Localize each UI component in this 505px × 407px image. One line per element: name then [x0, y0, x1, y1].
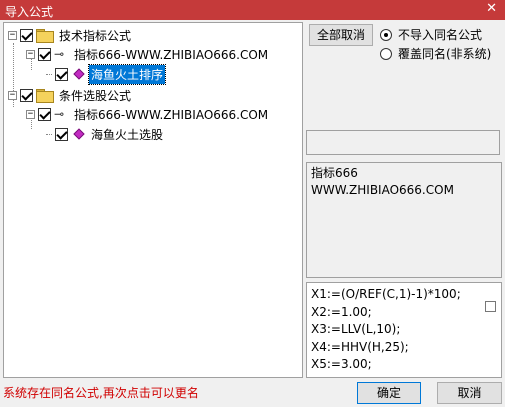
- tree-connector: [46, 133, 52, 135]
- tree-node-label: 指标666-WWW.ZHIBIAO666.COM: [74, 107, 269, 122]
- tree-node-label: 海鱼火土排序: [87, 63, 167, 85]
- tree-node-checkbox[interactable]: [55, 127, 68, 141]
- formula-option-checkbox[interactable]: [485, 301, 496, 312]
- tree-node-checkbox[interactable]: [20, 28, 33, 42]
- radio-skip-duplicates[interactable]: 不导入同名公式: [380, 26, 482, 43]
- tree-node-checkbox[interactable]: [38, 107, 51, 121]
- collapse-icon[interactable]: −: [26, 109, 35, 119]
- ok-button[interactable]: 确定: [357, 382, 421, 404]
- tree-node-label: 条件选股公式: [59, 88, 132, 103]
- status-message: 系统存在同名公式,再次点击可以更名: [3, 386, 199, 400]
- formula-line: X4:=HHV(H,25);: [311, 339, 409, 354]
- tree-node-label: 海鱼火土选股: [91, 127, 164, 142]
- window-title: 导入公式: [5, 5, 54, 19]
- collapse-icon[interactable]: −: [8, 90, 17, 100]
- folder-icon: [36, 29, 54, 43]
- collapse-icon[interactable]: −: [8, 30, 17, 40]
- tree-node-sort-formula[interactable]: 海鱼火土排序: [46, 63, 167, 85]
- radio-dot[interactable]: [380, 47, 392, 60]
- formula-line: X2:=1.00;: [311, 304, 372, 319]
- description-text: 指标666 WWW.ZHIBIAO666.COM: [311, 165, 454, 199]
- radio-dot[interactable]: [380, 28, 392, 41]
- tree-node-indicator-pack-1[interactable]: − ⊸ 指标666-WWW.ZHIBIAO666.COM: [26, 45, 270, 63]
- select-all-button[interactable]: 全部取消: [309, 24, 373, 46]
- tree-node-indicator-pack-2[interactable]: − ⊸ 指标666-WWW.ZHIBIAO666.COM: [26, 105, 270, 123]
- tree-node-screen-formula[interactable]: 海鱼火土选股: [46, 125, 165, 143]
- tree-node-tech-formulas[interactable]: − 技术指标公式: [8, 26, 133, 44]
- key-icon: ⊸: [54, 47, 65, 61]
- tree-node-checkbox[interactable]: [55, 67, 68, 81]
- formula-tree[interactable]: − 技术指标公式 − ⊸ 指标666-WWW.ZHIBIAO666.COM 海鱼…: [3, 22, 303, 378]
- formula-line: X5:=3.00;: [311, 357, 372, 371]
- tree-node-checkbox[interactable]: [38, 47, 51, 61]
- tree-node-label: 技术指标公式: [59, 28, 132, 43]
- formula-diamond-icon: [73, 128, 85, 140]
- folder-icon: [36, 89, 54, 103]
- close-icon[interactable]: ✕: [486, 1, 497, 16]
- cancel-button[interactable]: 取消: [437, 382, 502, 404]
- description-line: 指标666: [311, 166, 358, 180]
- tree-node-checkbox[interactable]: [20, 88, 33, 102]
- collapse-icon[interactable]: −: [26, 49, 35, 59]
- title-bar: 导入公式 ✕: [0, 0, 505, 20]
- tree-connector: [46, 73, 52, 75]
- formula-line: X1:=(O/REF(C,1)-1)*100;: [311, 287, 461, 301]
- tree-node-screening-formulas[interactable]: − 条件选股公式: [8, 86, 133, 104]
- radio-label: 覆盖同名(非系统): [398, 47, 492, 61]
- info-field: [306, 130, 500, 155]
- formula-diamond-icon: [73, 68, 85, 80]
- formula-line: X3:=LLV(L,10);: [311, 322, 401, 336]
- description-line: WWW.ZHIBIAO666.COM: [311, 183, 454, 197]
- tree-node-label: 指标666-WWW.ZHIBIAO666.COM: [74, 47, 269, 62]
- formula-text: X1:=(O/REF(C,1)-1)*100; X2:=1.00; X3:=LL…: [311, 286, 461, 374]
- key-icon: ⊸: [54, 107, 65, 121]
- radio-overwrite-duplicates[interactable]: 覆盖同名(非系统): [380, 45, 491, 62]
- radio-label: 不导入同名公式: [398, 28, 483, 42]
